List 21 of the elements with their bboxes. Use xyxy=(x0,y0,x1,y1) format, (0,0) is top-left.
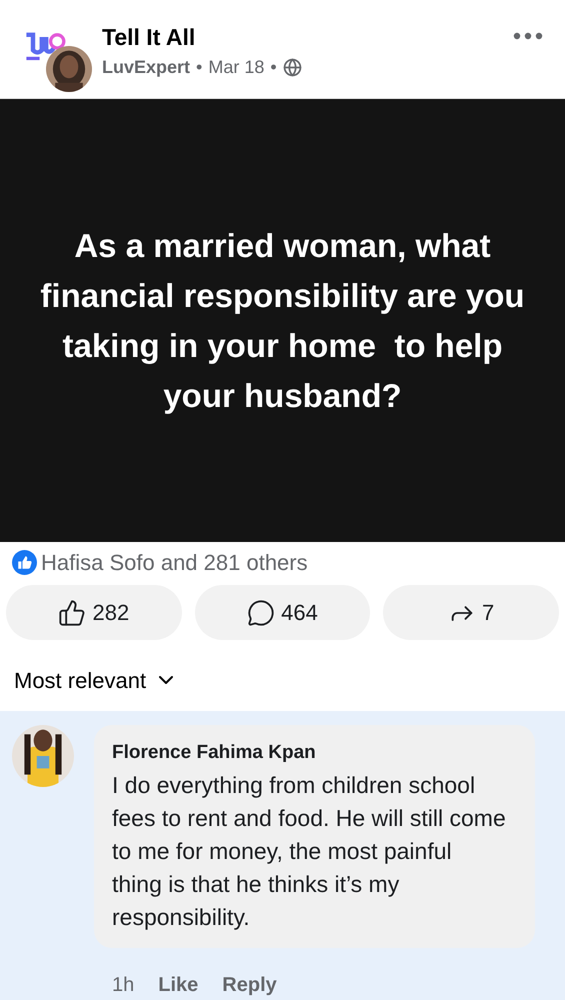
reply-link[interactable]: Reply xyxy=(222,970,277,1000)
more-options-icon[interactable] xyxy=(513,32,543,40)
comment-author[interactable]: Florence Fahima Kpan xyxy=(112,738,517,767)
thumbs-up-icon xyxy=(58,598,86,627)
post-date[interactable]: Mar 18 xyxy=(208,54,264,81)
comment-time: 1h xyxy=(112,973,134,998)
separator-dot: • xyxy=(270,56,277,79)
globe-icon xyxy=(282,58,302,77)
sort-dropdown[interactable]: Most relevant xyxy=(14,664,178,697)
author-name[interactable]: LuvExpert xyxy=(102,54,190,81)
like-link[interactable]: Like xyxy=(158,970,198,1000)
speech-bubble-icon xyxy=(247,598,276,627)
like-button[interactable]: 282 xyxy=(6,585,182,640)
comment-button[interactable]: 464 xyxy=(194,585,370,640)
like-reaction-icon xyxy=(12,550,37,575)
comment-text: I do everything from children school fees to rent and food. He will still come to me for money, the most painful thing is that he thinks it’s my responsibility. xyxy=(112,771,507,932)
post-question: As a married woman, what financial responsibility are you taking in your home to help your husband? xyxy=(39,226,526,416)
separator-dot: • xyxy=(196,56,202,79)
share-button[interactable]: 7 xyxy=(383,585,560,640)
reactions-summary[interactable]: Hafisa Sofo and 281 others xyxy=(41,546,308,579)
group-name[interactable]: Tell It All xyxy=(102,23,503,51)
